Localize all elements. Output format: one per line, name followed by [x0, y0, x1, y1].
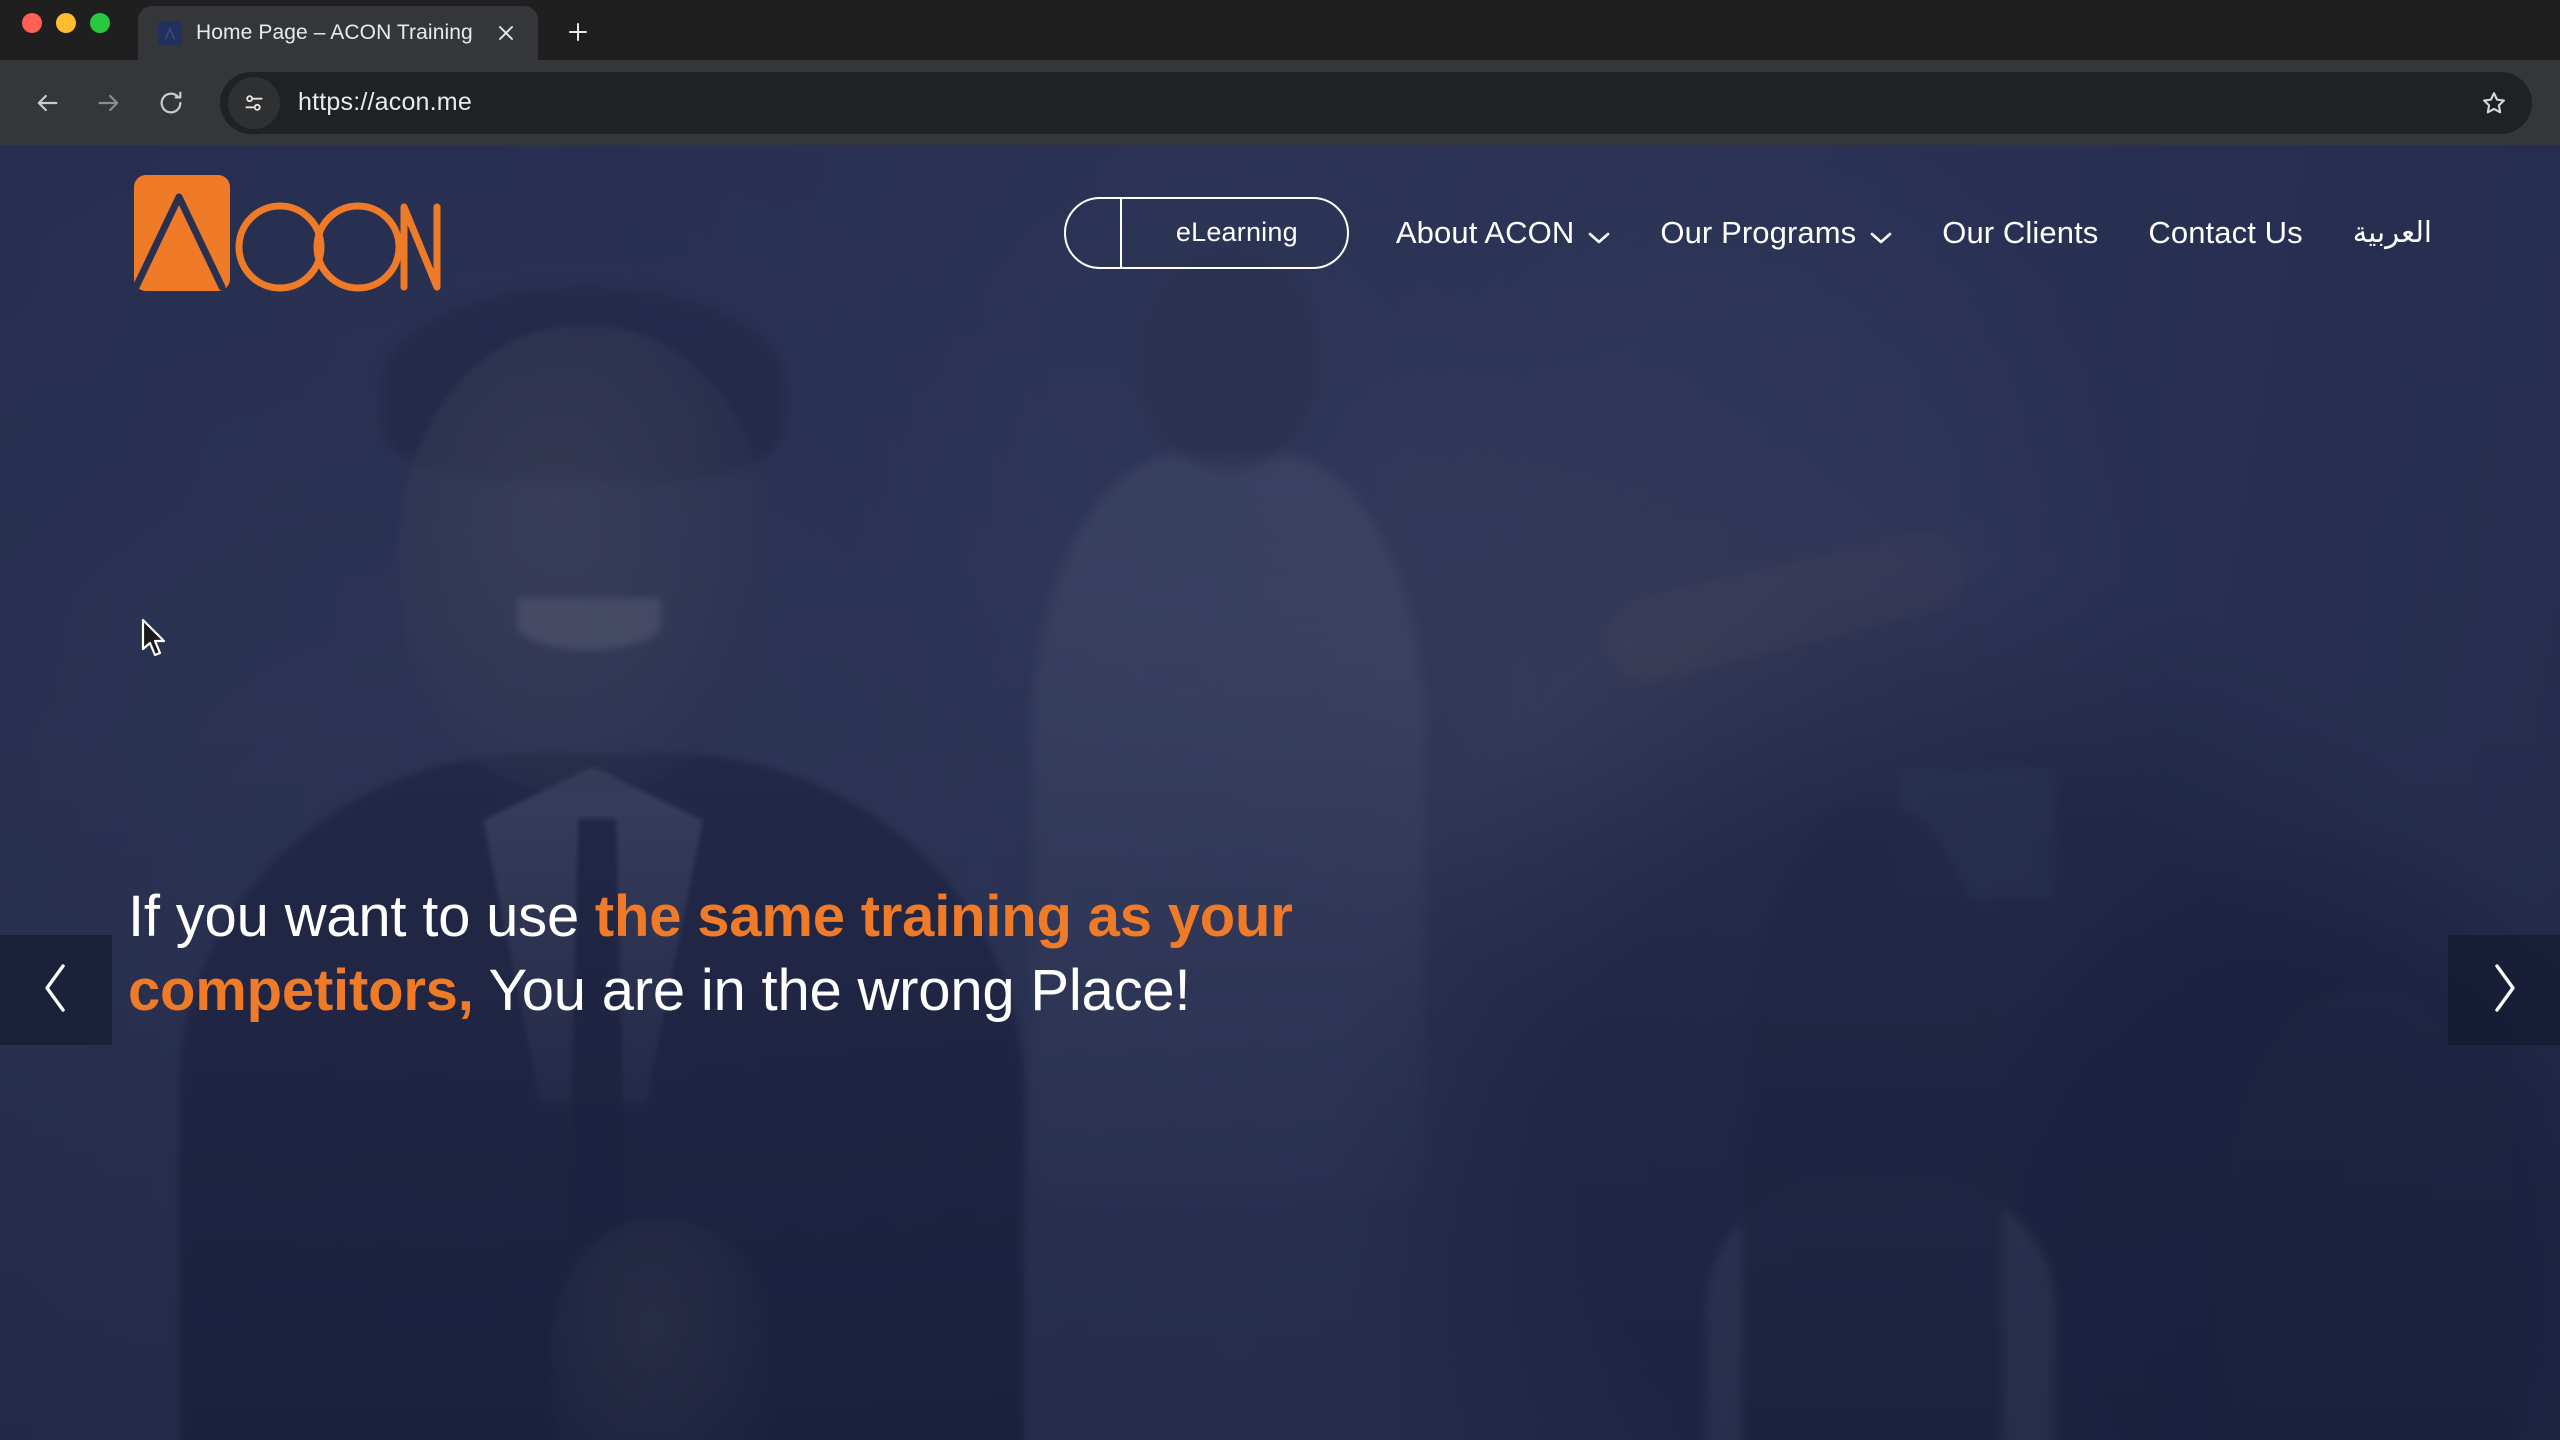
back-arrow-icon[interactable]: [18, 74, 76, 132]
elearning-label: eLearning: [1175, 217, 1298, 247]
hero-text-plain-2: You are in the wrong Place!: [473, 958, 1191, 1024]
nav-label-arabic: العربية: [2352, 217, 2432, 249]
hero-headline-line-2: competitors, You are in the wrong Place!: [128, 954, 1608, 1028]
nav-item-our-programs[interactable]: Our Programs: [1635, 213, 1917, 253]
nav-item-arabic-language[interactable]: العربية: [2328, 215, 2432, 250]
reload-icon[interactable]: [142, 74, 200, 132]
browser-tab[interactable]: Home Page – ACON Training: [138, 6, 538, 60]
address-bar[interactable]: https://acon.me: [220, 71, 2532, 134]
hero-text-accent-1: the same training as your: [594, 884, 1293, 949]
main-navigation: eLearning About ACON Our Programs Our Cl…: [1063, 196, 2432, 269]
chevron-down-icon: [1870, 217, 1892, 253]
nav-label-our-clients: Our Clients: [1942, 214, 2099, 250]
close-window-button[interactable]: [22, 13, 42, 33]
elearning-button[interactable]: eLearning: [1063, 196, 1349, 269]
pill-divider: [1119, 196, 1122, 269]
nav-label-about-acon: About ACON: [1395, 214, 1575, 250]
chevron-right-icon: [2487, 960, 2521, 1021]
browser-window: Home Page – ACON Training https://acon.m…: [0, 0, 2560, 1440]
hero-tint-overlay: [0, 145, 2560, 1440]
star-outline-icon[interactable]: [2466, 75, 2522, 131]
hero-text-accent-2: competitors,: [128, 958, 474, 1024]
site-header: eLearning About ACON Our Programs Our Cl…: [0, 145, 2560, 320]
minimize-window-button[interactable]: [56, 13, 76, 33]
carousel-next-button[interactable]: [2448, 935, 2560, 1045]
nav-item-contact-us[interactable]: Contact Us: [2123, 215, 2327, 251]
nav-item-our-clients[interactable]: Our Clients: [1917, 215, 2123, 251]
acon-logo-icon: [132, 174, 441, 291]
nav-label-our-programs: Our Programs: [1660, 214, 1857, 250]
new-tab-button[interactable]: [556, 10, 600, 54]
page-viewport: eLearning About ACON Our Programs Our Cl…: [0, 145, 2560, 1440]
nav-item-about-acon[interactable]: About ACON: [1371, 213, 1635, 253]
chevron-down-icon: [1588, 217, 1610, 253]
acon-logo[interactable]: [132, 158, 452, 308]
hero-text-plain-1: If you want to use: [128, 884, 595, 949]
window-controls: [22, 0, 110, 60]
acon-favicon-icon: [158, 21, 182, 45]
chevron-left-icon: [39, 960, 73, 1021]
forward-arrow-icon[interactable]: [80, 74, 138, 132]
hero-headline: If you want to use the same training as …: [128, 880, 1608, 1028]
tab-strip: Home Page – ACON Training: [0, 0, 2560, 60]
site-settings-icon[interactable]: [228, 76, 280, 129]
url-input[interactable]: https://acon.me: [298, 88, 2466, 117]
hero-headline-line-1: If you want to use the same training as …: [128, 880, 1608, 954]
nav-label-contact-us: Contact Us: [2148, 214, 2303, 250]
tab-title: Home Page – ACON Training: [196, 21, 473, 44]
close-icon[interactable]: [492, 19, 520, 47]
browser-toolbar: https://acon.me: [0, 60, 2560, 145]
maximize-window-button[interactable]: [90, 13, 110, 33]
carousel-prev-button[interactable]: [0, 935, 112, 1045]
